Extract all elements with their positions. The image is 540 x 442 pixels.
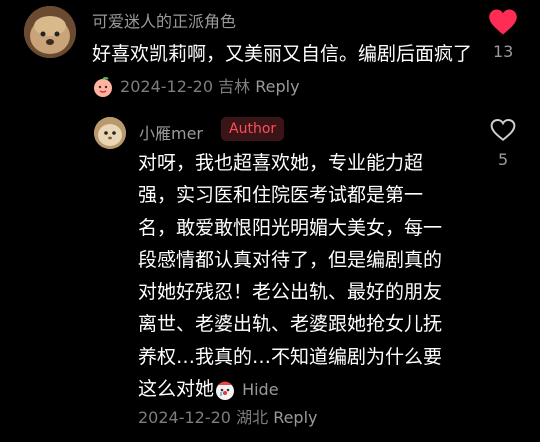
- avatar[interactable]: [24, 6, 76, 58]
- like-count: 5: [498, 150, 509, 169]
- reply-location: 湖北: [236, 408, 269, 427]
- comment-text: 好喜欢凯莉啊，又美丽又自信。编剧后面疯了 2024-12-20 吉林 Reply: [92, 38, 487, 103]
- reply-button[interactable]: Reply: [255, 77, 299, 96]
- comment-meta: 2024-12-20 吉林 Reply: [120, 77, 300, 96]
- comment-username[interactable]: 可爱迷人的正派角色: [92, 8, 236, 32]
- comment-body: 好喜欢凯莉啊，又美丽又自信。编剧后面疯了: [92, 43, 473, 65]
- like-count: 13: [493, 42, 514, 61]
- reply-meta: 2024-12-20 湖北 Reply: [138, 404, 318, 428]
- reply-button[interactable]: Reply: [273, 408, 317, 427]
- comment-location: 吉林: [218, 77, 251, 96]
- hide-button[interactable]: Hide: [242, 380, 278, 399]
- crying-clown-emoji-icon: [214, 379, 236, 401]
- comment-date: 2024-12-20: [120, 77, 214, 96]
- reply-username[interactable]: 小雁mer: [139, 120, 203, 144]
- author-badge: Author: [221, 117, 285, 141]
- like-button[interactable]: [488, 8, 518, 36]
- avatar[interactable]: [94, 117, 126, 149]
- reply-body: 对呀，我也超喜欢她，专业能力超强，实习医和住院医考试都是第一名，敢爱敢恨阳光明媚…: [138, 152, 443, 401]
- heart-filled-icon: [489, 9, 517, 35]
- heart-outline-icon: [490, 119, 516, 141]
- smiling-peach-emoji-icon: [92, 76, 114, 98]
- like-button[interactable]: [490, 118, 516, 142]
- reply-date: 2024-12-20: [138, 408, 231, 427]
- reply-text: 对呀，我也超喜欢她，专业能力超强，实习医和住院医考试都是第一名，敢爱敢恨阳光明媚…: [138, 147, 458, 406]
